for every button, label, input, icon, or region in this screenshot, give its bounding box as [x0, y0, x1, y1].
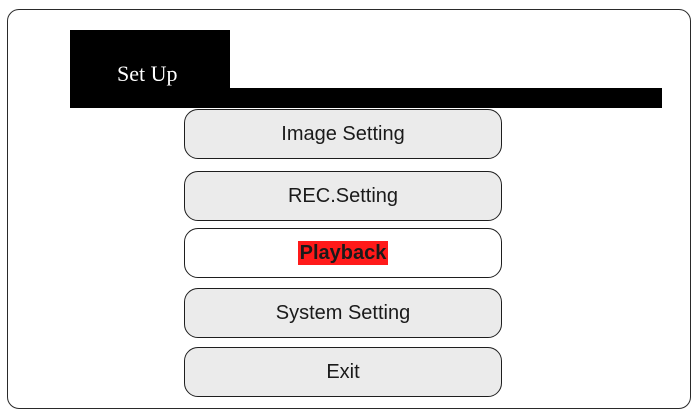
system-setting-label: System Setting [275, 302, 411, 324]
playback-button[interactable]: Playback [184, 228, 502, 278]
page-title: Set Up [117, 61, 178, 86]
rec-setting-label: REC.Setting [287, 185, 399, 207]
exit-button[interactable]: Exit [184, 347, 502, 397]
playback-label: Playback [297, 241, 389, 265]
exit-label: Exit [326, 361, 360, 383]
image-setting-button[interactable]: Image Setting [184, 109, 502, 159]
system-setting-button[interactable]: System Setting [184, 288, 502, 338]
rec-setting-button[interactable]: REC.Setting [184, 171, 502, 221]
title-bar [70, 88, 662, 108]
image-setting-label: Image Setting [281, 123, 405, 145]
